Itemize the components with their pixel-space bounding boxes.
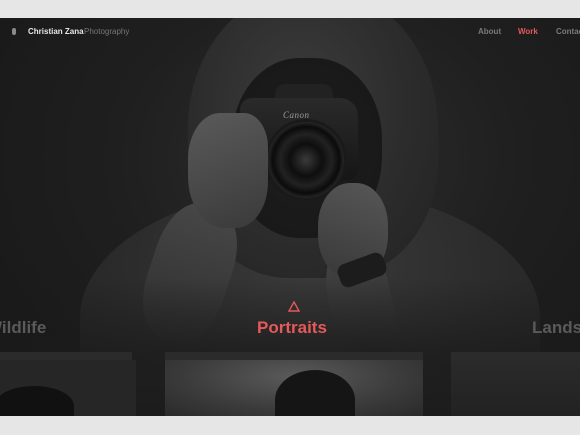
thumbnail-frame-center xyxy=(165,352,423,360)
brand-name[interactable]: Christian Zana xyxy=(28,27,84,36)
thumbnail-wildlife[interactable] xyxy=(0,360,136,416)
photo-hand-left xyxy=(188,113,268,228)
brand-subtitle[interactable]: Photography xyxy=(84,27,129,36)
category-landscapes[interactable]: Landscapes xyxy=(532,318,580,338)
logo-mark-icon[interactable] xyxy=(12,28,16,35)
top-nav: Christian Zana Photography About Work Co… xyxy=(0,18,580,46)
thumbnail-portraits-shape xyxy=(275,370,355,416)
triangle-icon xyxy=(288,301,300,312)
nav-link-contact[interactable]: Contact xyxy=(556,27,580,36)
category-portraits[interactable]: Portraits xyxy=(257,318,327,338)
photo-camera-lens xyxy=(268,122,344,198)
category-wildlife[interactable]: Wildlife xyxy=(0,318,46,338)
thumbnail-portraits[interactable] xyxy=(165,360,423,416)
nav-link-work[interactable]: Work xyxy=(518,27,538,36)
thumbnail-frame-right xyxy=(451,352,580,360)
nav-link-about[interactable]: About xyxy=(478,27,501,36)
thumbnail-wildlife-shape xyxy=(0,386,74,416)
thumbnail-landscapes[interactable] xyxy=(451,360,580,416)
page-frame: Canon Christian Zana Photography About W… xyxy=(0,18,580,416)
camera-brand-label: Canon xyxy=(283,110,310,120)
thumbnail-frame-left xyxy=(0,352,132,360)
